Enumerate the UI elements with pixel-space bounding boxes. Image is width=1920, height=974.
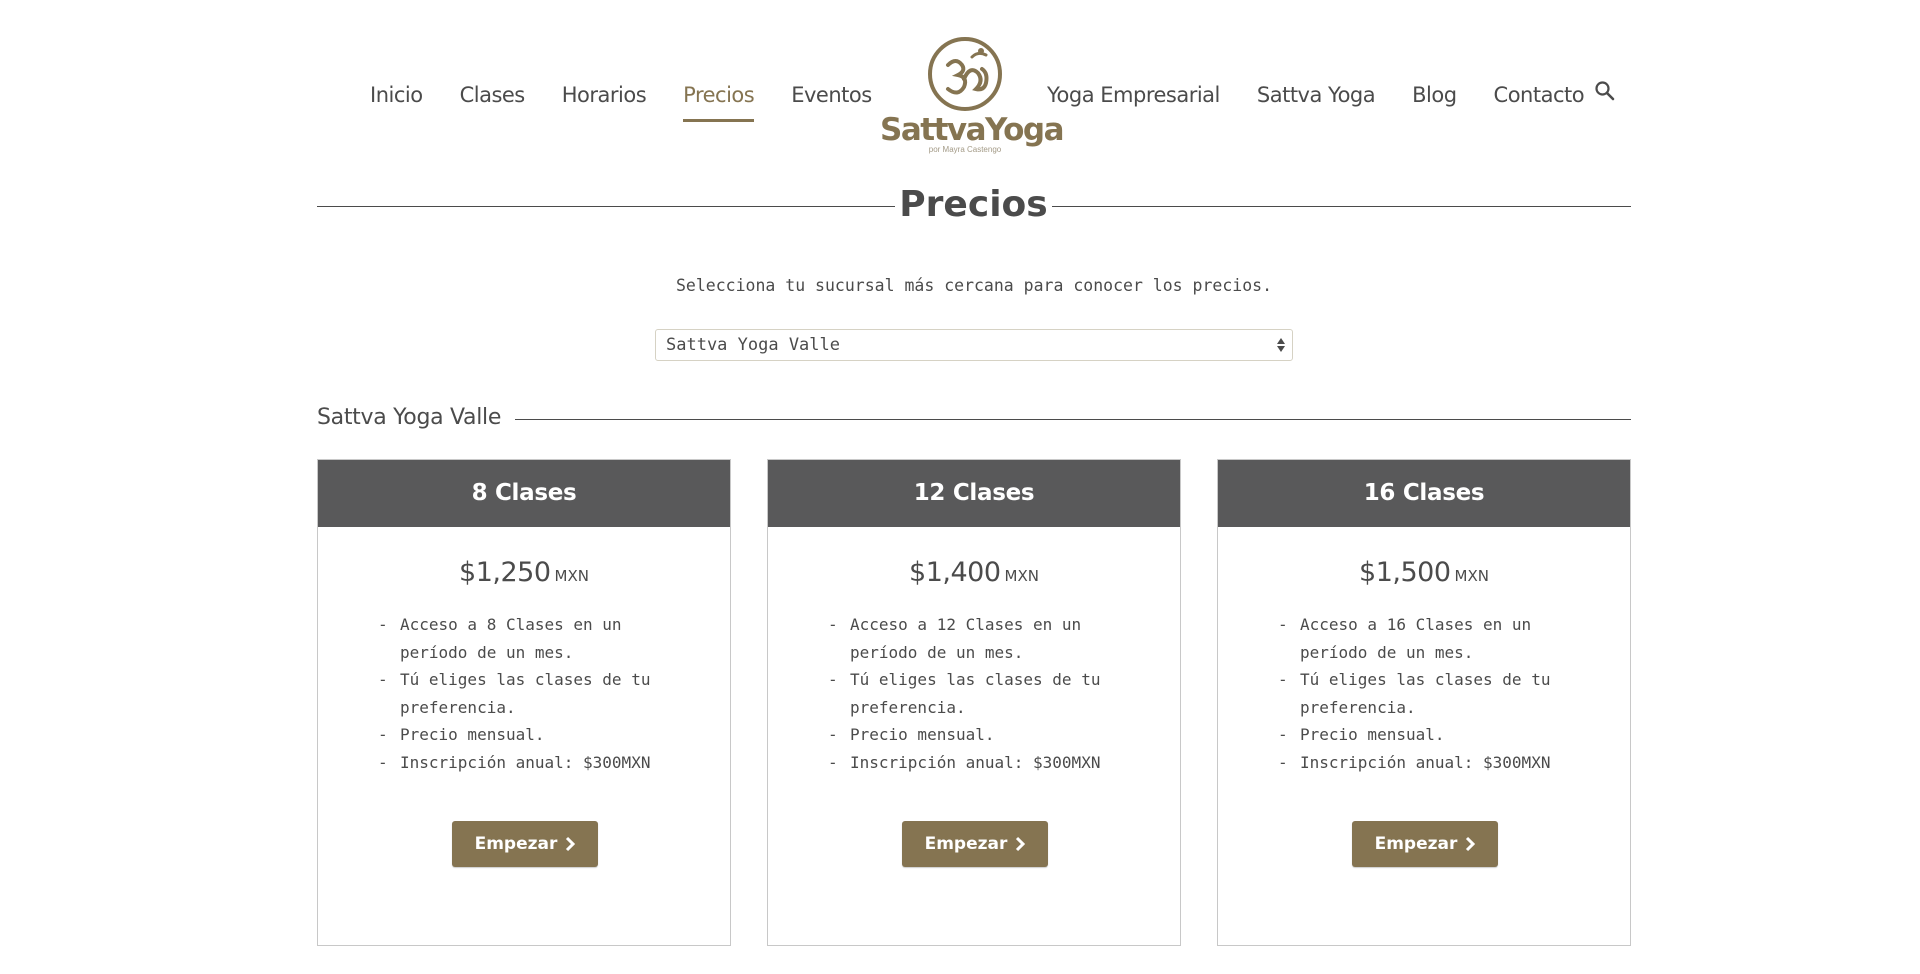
divider [1052, 206, 1631, 207]
nav-left: Inicio Clases Horarios Precios Eventos [370, 80, 909, 122]
pricing-card: 12 Clases $1,400MXN Acceso a 12 Clases e… [767, 459, 1181, 946]
feature-item: Tú eliges las clases de tu preferencia. [828, 666, 1112, 721]
pricing-card: 8 Clases $1,250MXN Acceso a 8 Clases en … [317, 459, 731, 946]
nav-item-eventos[interactable]: Eventos [791, 80, 872, 110]
pricing-card: 16 Clases $1,500MXN Acceso a 16 Clases e… [1217, 459, 1631, 946]
card-price: $1,500 MXN [1218, 555, 1630, 591]
divider [515, 419, 1631, 420]
feature-item: Acceso a 12 Clases en un período de un m… [828, 611, 1112, 666]
card-price: $1,250 MXN [318, 555, 730, 591]
start-button-label: Empezar [474, 834, 558, 854]
nav-right: Yoga Empresarial Sattva Yoga Blog Contac… [1047, 80, 1621, 110]
logo[interactable]: SattvaYoga por Mayra Castengo [880, 35, 1065, 170]
feature-item: Tú eliges las clases de tu preferencia. [378, 666, 662, 721]
feature-list: Acceso a 8 Clases en un período de un me… [318, 611, 730, 776]
branch-heading-row: Sattva Yoga Valle [317, 402, 1631, 436]
nav-item-blog[interactable]: Blog [1412, 80, 1457, 110]
branch-select[interactable]: Sattva Yoga Valle [655, 329, 1293, 361]
divider [317, 206, 895, 207]
feature-item: Precio mensual. [378, 721, 662, 749]
price-currency: MXN [1454, 567, 1489, 585]
site-header: Inicio Clases Horarios Precios Eventos S… [0, 0, 1920, 170]
intro-text: Selecciona tu sucursal más cercana para … [675, 276, 1273, 295]
branch-heading: Sattva Yoga Valle [317, 405, 502, 430]
branch-select-value: Sattva Yoga Valle [666, 335, 840, 355]
feature-item: Precio mensual. [828, 721, 1112, 749]
feature-item: Inscripción anual: $300MXN [378, 749, 662, 777]
card-title: 16 Clases [1218, 460, 1630, 527]
feature-item: Precio mensual. [1278, 721, 1562, 749]
page-title-row: Precios [317, 182, 1631, 232]
start-button[interactable]: Empezar [452, 821, 598, 867]
feature-item: Acceso a 16 Clases en un período de un m… [1278, 611, 1562, 666]
search-icon [1595, 81, 1615, 101]
feature-item: Inscripción anual: $300MXN [1278, 749, 1562, 777]
price-amount: $1,500 [1359, 557, 1451, 588]
search-button[interactable] [1594, 80, 1618, 104]
feature-item: Acceso a 8 Clases en un período de un me… [378, 611, 662, 666]
price-amount: $1,250 [459, 557, 551, 588]
feature-item: Tú eliges las clases de tu preferencia. [1278, 666, 1562, 721]
chevron-right-icon [1016, 836, 1026, 852]
select-arrows-icon [1277, 338, 1285, 352]
om-icon [928, 37, 1002, 111]
card-title: 12 Clases [768, 460, 1180, 527]
nav-item-precios[interactable]: Precios [683, 80, 755, 122]
price-currency: MXN [554, 567, 589, 585]
start-button-label: Empezar [1374, 834, 1458, 854]
nav-item-contacto[interactable]: Contacto [1494, 80, 1585, 110]
feature-item: Inscripción anual: $300MXN [828, 749, 1112, 777]
chevron-right-icon [566, 836, 576, 852]
page: Inicio Clases Horarios Precios Eventos S… [0, 0, 1920, 974]
price-currency: MXN [1004, 567, 1039, 585]
nav-item-yoga-empresarial[interactable]: Yoga Empresarial [1047, 80, 1220, 110]
start-button[interactable]: Empezar [902, 821, 1048, 867]
price-amount: $1,400 [909, 557, 1001, 588]
feature-list: Acceso a 16 Clases en un período de un m… [1218, 611, 1630, 776]
card-price: $1,400 MXN [768, 555, 1180, 591]
chevron-right-icon [1466, 836, 1476, 852]
card-title: 8 Clases [318, 460, 730, 527]
start-button-label: Empezar [924, 834, 1008, 854]
nav-item-horarios[interactable]: Horarios [562, 80, 647, 110]
start-button[interactable]: Empezar [1352, 821, 1498, 867]
page-title: Precios [899, 184, 1048, 225]
nav-item-sattva-yoga[interactable]: Sattva Yoga [1257, 80, 1376, 110]
logo-name: SattvaYoga [880, 112, 1065, 148]
feature-list: Acceso a 12 Clases en un período de un m… [768, 611, 1180, 776]
nav-item-clases[interactable]: Clases [460, 80, 526, 110]
nav-item-inicio[interactable]: Inicio [370, 80, 423, 110]
